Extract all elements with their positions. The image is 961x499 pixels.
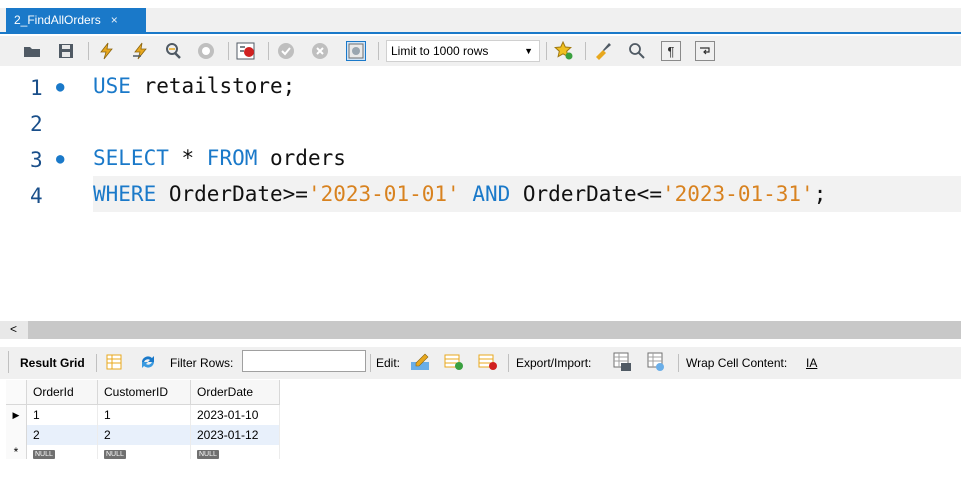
code-line-1: USE retailstore; [93, 74, 295, 98]
cell-customerid[interactable]: 1 [97, 404, 191, 425]
null-badge: NULL [104, 450, 126, 459]
wrap-cell-label: Wrap Cell Content: [686, 356, 788, 370]
separator [546, 42, 547, 60]
keyword: USE [93, 74, 131, 98]
code-text: retailstore; [130, 74, 296, 98]
code-text: ; [813, 182, 827, 206]
code-text: OrderDate<= [510, 182, 662, 206]
table-row[interactable]: 2 2 2023-01-12 [6, 425, 280, 445]
wrap-lines-icon[interactable] [695, 41, 715, 61]
import-icon[interactable] [646, 352, 666, 372]
column-header-customerid[interactable]: CustomerID [97, 380, 191, 405]
grid-form-icon[interactable] [104, 352, 124, 372]
keyword: AND [472, 182, 511, 206]
code-line-3: SELECT * FROM orders [93, 146, 346, 170]
refresh-icon[interactable] [138, 352, 158, 372]
limit-rows-value: Limit to 1000 rows [391, 44, 489, 58]
row-selector-header [6, 380, 27, 405]
cell-customerid[interactable]: 2 [97, 425, 191, 445]
wrap-cell-icon[interactable]: IA [806, 356, 817, 370]
execute-current-icon[interactable] [130, 41, 150, 61]
string-literal: '2023-01-01' [307, 182, 460, 206]
result-grid[interactable]: OrderId CustomerID OrderDate ▶ 1 1 2023-… [6, 380, 291, 459]
string-literal: '2023-01-31' [661, 182, 814, 206]
separator [88, 42, 89, 60]
delete-row-icon[interactable] [478, 352, 498, 372]
stop-on-error-icon[interactable] [236, 41, 256, 61]
cell-orderdate[interactable]: 2023-01-12 [190, 425, 280, 445]
separator [378, 42, 379, 60]
column-header-orderdate[interactable]: OrderDate [190, 380, 280, 405]
separator [268, 42, 269, 60]
add-row-icon[interactable] [444, 352, 464, 372]
cell-orderdate[interactable]: 2023-01-10 [190, 404, 280, 425]
code-line-4: WHERE OrderDate>='2023-01-01' AND OrderD… [93, 182, 826, 206]
export-import-label: Export/Import: [516, 356, 592, 370]
separator [8, 351, 9, 373]
column-header-orderid[interactable]: OrderId [26, 380, 98, 405]
table-row[interactable]: ▶ 1 1 2023-01-10 [6, 404, 280, 425]
commit-icon[interactable] [276, 41, 296, 61]
tab-underline [0, 32, 961, 34]
separator [508, 354, 509, 372]
row-indicator[interactable] [6, 425, 27, 445]
keyword: FROM [206, 146, 258, 170]
code-text: * [168, 146, 207, 170]
filter-rows-input[interactable] [242, 350, 366, 372]
rollback-icon[interactable] [310, 41, 330, 61]
horizontal-scrollbar[interactable]: < [0, 321, 961, 339]
separator [228, 42, 229, 60]
header-row: OrderId CustomerID OrderDate [6, 380, 280, 405]
new-row[interactable]: * NULL NULL NULL [6, 445, 280, 459]
null-badge: NULL [197, 450, 219, 459]
line-number: 2 [30, 112, 43, 136]
separator [585, 42, 586, 60]
statement-marker-icon: ● [56, 151, 65, 167]
code-text: OrderDate>= [156, 182, 308, 206]
separator [96, 354, 97, 372]
scrollbar-thumb[interactable] [28, 321, 961, 339]
null-badge: NULL [33, 450, 55, 459]
edit-pencil-icon[interactable] [410, 352, 430, 372]
find-magnifier-icon[interactable] [627, 41, 647, 61]
line-number: 4 [30, 184, 43, 208]
add-snippet-star-icon[interactable] [554, 41, 574, 61]
cell-orderid[interactable]: 1 [26, 404, 98, 425]
null-cell[interactable]: NULL [190, 445, 280, 459]
statement-marker-icon: ● [56, 79, 65, 95]
limit-rows-select[interactable]: Limit to 1000 rows ▼ [386, 40, 540, 62]
keyword: WHERE [93, 182, 157, 206]
stop-icon[interactable] [196, 41, 216, 61]
separator [370, 354, 371, 372]
scroll-left-icon[interactable]: < [10, 322, 17, 336]
result-table: OrderId CustomerID OrderDate ▶ 1 1 2023-… [6, 380, 280, 459]
row-indicator[interactable]: ▶ [6, 404, 27, 425]
tab-findallorders[interactable]: 2_FindAllOrders × [6, 8, 146, 32]
chevron-down-icon: ▼ [524, 46, 533, 56]
open-folder-icon[interactable] [22, 41, 42, 61]
save-icon[interactable] [56, 41, 76, 61]
sql-editor[interactable]: 1 ● USE retailstore; 2 3 ● SELECT * FROM… [0, 68, 961, 320]
tab-title: 2_FindAllOrders [14, 13, 101, 27]
null-cell[interactable]: NULL [97, 445, 191, 459]
explain-magnifier-icon[interactable] [163, 41, 183, 61]
execute-lightning-icon[interactable] [96, 41, 116, 61]
new-row-indicator[interactable]: * [6, 445, 27, 459]
export-icon[interactable] [612, 352, 632, 372]
beautify-brush-icon[interactable] [593, 41, 613, 61]
keyword: SELECT [93, 146, 169, 170]
filter-rows-label: Filter Rows: [170, 356, 234, 370]
null-cell[interactable]: NULL [26, 445, 98, 459]
autocommit-toggle-icon[interactable] [346, 41, 366, 61]
invisible-chars-icon[interactable]: ¶ [661, 41, 681, 61]
edit-label: Edit: [376, 356, 401, 370]
code-text: orders [257, 146, 346, 170]
result-grid-tab[interactable]: Result Grid [20, 356, 85, 370]
separator [678, 354, 679, 372]
close-icon[interactable]: × [111, 13, 118, 27]
cell-orderid[interactable]: 2 [26, 425, 98, 445]
